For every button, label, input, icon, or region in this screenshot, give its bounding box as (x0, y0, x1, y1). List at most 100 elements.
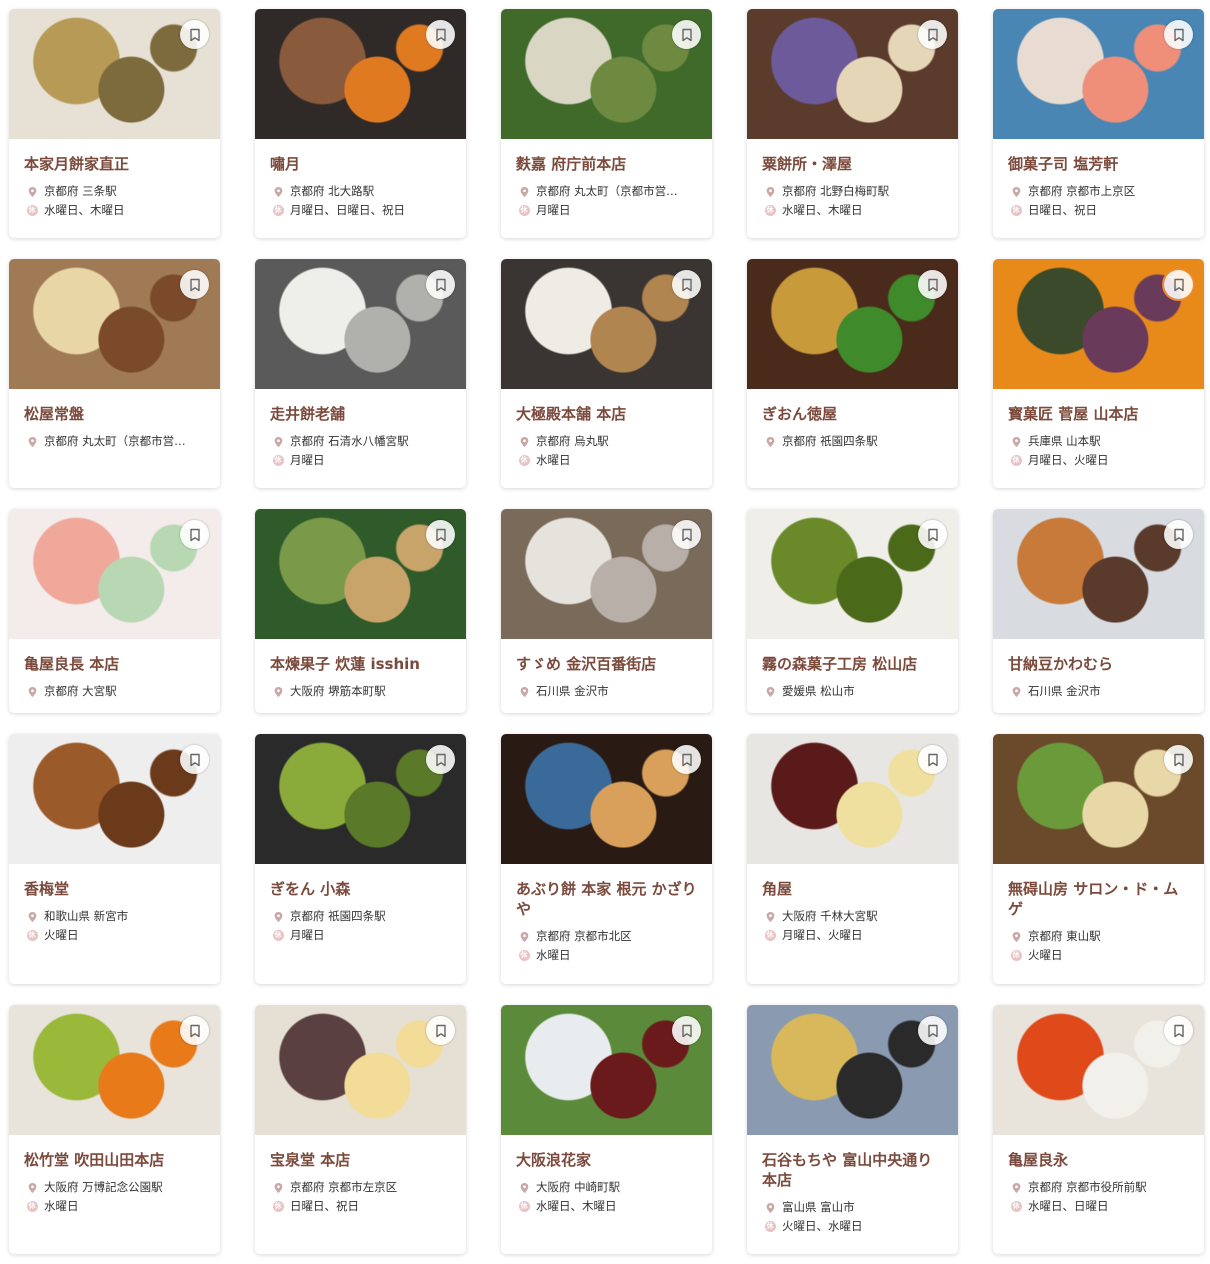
shop-photo[interactable] (747, 9, 958, 139)
shop-name[interactable]: 嘯月 (270, 154, 454, 174)
shop-photo[interactable] (9, 9, 220, 139)
bookmark-button[interactable] (918, 270, 947, 299)
shop-card[interactable]: 石谷もちや 富山中央通り本店 富山県 富山市休火曜日、水曜日 (747, 1005, 958, 1254)
shop-photo[interactable] (747, 734, 958, 864)
shop-photo[interactable] (9, 509, 220, 639)
shop-card[interactable]: 御菓子司 塩芳軒 京都府 京都市上京区休日曜日、祝日 (993, 9, 1204, 238)
shop-photo[interactable] (9, 259, 220, 389)
shop-photo[interactable] (993, 259, 1204, 389)
shop-card[interactable]: ぎをん 小森 京都府 祇園四条駅休月曜日 (255, 734, 466, 984)
shop-card[interactable]: 松屋常盤 京都府 丸太町（京都市営… (9, 259, 220, 488)
shop-card[interactable]: 霧の森菓子工房 松山店 愛媛県 松山市 (747, 509, 958, 713)
shop-name[interactable]: 石谷もちや 富山中央通り本店 (762, 1150, 946, 1190)
shop-card[interactable]: 宝泉堂 本店 京都府 京都市左京区休日曜日、祝日 (255, 1005, 466, 1254)
bookmark-button[interactable] (672, 745, 701, 774)
shop-photo[interactable] (255, 734, 466, 864)
shop-name[interactable]: あぶり餅 本家 根元 かざりや (516, 879, 700, 919)
shop-card[interactable]: 大極殿本舗 本店 京都府 烏丸駅休水曜日 (501, 259, 712, 488)
shop-photo[interactable] (747, 509, 958, 639)
shop-card[interactable]: 寳菓匠 菅屋 山本店 兵庫県 山本駅休月曜日、火曜日 (993, 259, 1204, 488)
bookmark-button[interactable] (180, 520, 209, 549)
shop-photo[interactable] (993, 9, 1204, 139)
shop-photo[interactable] (9, 1005, 220, 1135)
shop-card[interactable]: 麩嘉 府庁前本店 京都府 丸太町（京都市営… 休月曜日 (501, 9, 712, 238)
shop-card[interactable]: 無碍山房 サロン・ド・ムゲ 京都府 東山駅休火曜日 (993, 734, 1204, 984)
shop-name[interactable]: 角屋 (762, 879, 946, 899)
bookmark-button[interactable] (672, 270, 701, 299)
shop-photo[interactable] (501, 734, 712, 864)
shop-name[interactable]: 甘納豆かわむら (1008, 654, 1192, 674)
bookmark-button[interactable] (426, 745, 455, 774)
shop-name[interactable]: 走井餅老舗 (270, 404, 454, 424)
shop-name[interactable]: 寳菓匠 菅屋 山本店 (1008, 404, 1192, 424)
bookmark-button[interactable] (672, 1016, 701, 1045)
shop-card[interactable]: 大阪浪花家 大阪府 中崎町駅休水曜日、木曜日 (501, 1005, 712, 1254)
shop-name[interactable]: 御菓子司 塩芳軒 (1008, 154, 1192, 174)
bookmark-button[interactable] (918, 520, 947, 549)
shop-name[interactable]: ぎおん徳屋 (762, 404, 946, 424)
shop-photo[interactable] (501, 9, 712, 139)
shop-name[interactable]: 松竹堂 吹田山田本店 (24, 1150, 208, 1170)
shop-photo[interactable] (501, 509, 712, 639)
shop-name[interactable]: すゞめ 金沢百番街店 (516, 654, 700, 674)
shop-card[interactable]: 甘納豆かわむら 石川県 金沢市 (993, 509, 1204, 713)
shop-photo[interactable] (747, 1005, 958, 1135)
bookmark-button[interactable] (180, 20, 209, 49)
shop-name[interactable]: 香梅堂 (24, 879, 208, 899)
shop-card[interactable]: あぶり餅 本家 根元 かざりや 京都府 京都市北区休水曜日 (501, 734, 712, 984)
shop-photo[interactable] (9, 734, 220, 864)
bookmark-button[interactable] (1164, 20, 1193, 49)
bookmark-button[interactable] (1164, 270, 1193, 299)
bookmark-button[interactable] (180, 270, 209, 299)
bookmark-button[interactable] (918, 745, 947, 774)
shop-photo[interactable] (255, 259, 466, 389)
shop-card[interactable]: ぎおん徳屋 京都府 祇園四条駅 (747, 259, 958, 488)
bookmark-button[interactable] (918, 1016, 947, 1045)
bookmark-button[interactable] (918, 20, 947, 49)
shop-name[interactable]: 霧の森菓子工房 松山店 (762, 654, 946, 674)
shop-photo[interactable] (747, 259, 958, 389)
shop-name[interactable]: 麩嘉 府庁前本店 (516, 154, 700, 174)
shop-photo[interactable] (255, 1005, 466, 1135)
shop-photo[interactable] (501, 259, 712, 389)
bookmark-button[interactable] (426, 1016, 455, 1045)
shop-photo[interactable] (993, 1005, 1204, 1135)
bookmark-button[interactable] (672, 20, 701, 49)
bookmark-button[interactable] (426, 270, 455, 299)
shop-card[interactable]: 角屋 大阪府 千林大宮駅休月曜日、火曜日 (747, 734, 958, 984)
shop-name[interactable]: ぎをん 小森 (270, 879, 454, 899)
shop-card[interactable]: 嘯月 京都府 北大路駅休月曜日、日曜日、祝日 (255, 9, 466, 238)
shop-name[interactable]: 無碍山房 サロン・ド・ムゲ (1008, 879, 1192, 919)
bookmark-button[interactable] (180, 1016, 209, 1045)
bookmark-button[interactable] (180, 745, 209, 774)
bookmark-button[interactable] (672, 520, 701, 549)
bookmark-button[interactable] (426, 20, 455, 49)
shop-name[interactable]: 本煉果子 炊蓮 isshin (270, 654, 454, 674)
shop-card[interactable]: 走井餅老舗 京都府 石清水八幡宮駅休月曜日 (255, 259, 466, 488)
shop-photo[interactable] (255, 9, 466, 139)
shop-card[interactable]: 香梅堂 和歌山県 新宮市休火曜日 (9, 734, 220, 984)
shop-card[interactable]: すゞめ 金沢百番街店 石川県 金沢市 (501, 509, 712, 713)
shop-card[interactable]: 粟餅所・澤屋 京都府 北野白梅町駅休水曜日、木曜日 (747, 9, 958, 238)
bookmark-button[interactable] (1164, 745, 1193, 774)
shop-name[interactable]: 亀屋良長 本店 (24, 654, 208, 674)
shop-photo[interactable] (255, 509, 466, 639)
shop-name[interactable]: 大阪浪花家 (516, 1150, 700, 1170)
shop-name[interactable]: 本家月餅家直正 (24, 154, 208, 174)
shop-name[interactable]: 粟餅所・澤屋 (762, 154, 946, 174)
shop-name[interactable]: 亀屋良永 (1008, 1150, 1192, 1170)
shop-card[interactable]: 亀屋良長 本店 京都府 大宮駅 (9, 509, 220, 713)
shop-card[interactable]: 亀屋良永 京都府 京都市役所前駅休水曜日、日曜日 (993, 1005, 1204, 1254)
shop-photo[interactable] (501, 1005, 712, 1135)
shop-photo[interactable] (993, 734, 1204, 864)
shop-name[interactable]: 松屋常盤 (24, 404, 208, 424)
shop-card[interactable]: 本家月餅家直正 京都府 三条駅休水曜日、木曜日 (9, 9, 220, 238)
bookmark-button[interactable] (1164, 1016, 1193, 1045)
shop-photo[interactable] (993, 509, 1204, 639)
shop-card[interactable]: 松竹堂 吹田山田本店 大阪府 万博記念公園駅休水曜日 (9, 1005, 220, 1254)
shop-name[interactable]: 大極殿本舗 本店 (516, 404, 700, 424)
shop-name[interactable]: 宝泉堂 本店 (270, 1150, 454, 1170)
bookmark-button[interactable] (426, 520, 455, 549)
bookmark-button[interactable] (1164, 520, 1193, 549)
shop-card[interactable]: 本煉果子 炊蓮 isshin 大阪府 堺筋本町駅 (255, 509, 466, 713)
